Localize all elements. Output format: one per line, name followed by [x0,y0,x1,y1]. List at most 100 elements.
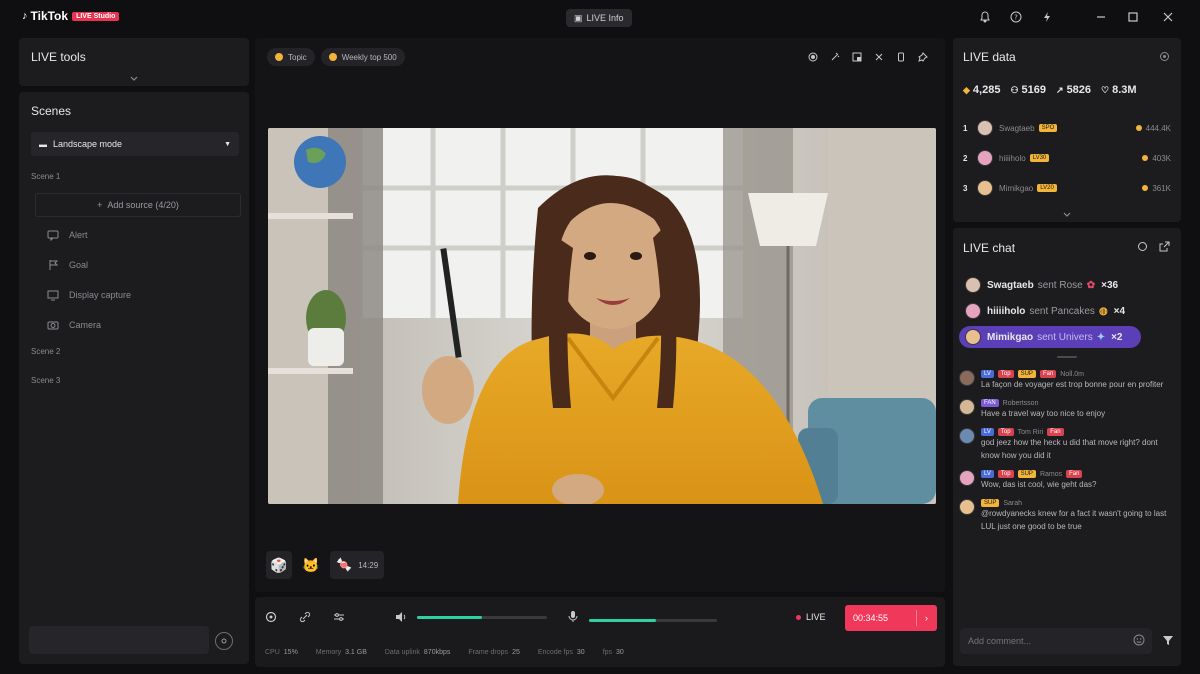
chat-tag: Top [997,370,1014,378]
source-item-alert[interactable]: Alert [47,220,243,250]
source-item-goal[interactable]: Goal [47,250,243,280]
chat-username[interactable]: Ramos [1040,471,1062,478]
chat-message: LV Top Tom Riri Fan god jeez how the hec… [959,428,1169,462]
chat-tag: LV [981,370,994,378]
live-timer: 00:34:55 [853,613,889,623]
mic-volume-slider[interactable] [589,619,717,622]
source-label: Camera [69,320,102,330]
stage-toolbar [807,51,929,63]
popout-icon[interactable] [1159,241,1170,252]
mic-volume-fill [589,619,656,622]
topic-pill[interactable]: Topic [267,48,315,66]
live-data-panel: LIVE data ◆ 4,285 ⚇ 5169 ↗ 5826 ♡ 8.3M 1 Swa… [953,38,1181,222]
gift-user: Mimikgao [987,331,1034,343]
speaker-volume-slider[interactable] [417,616,547,619]
weekly-pill[interactable]: Weekly top 500 [320,48,405,66]
gift-text: sent Rose [1037,279,1083,291]
monitor-icon [47,289,61,301]
source-item-display-capture[interactable]: Display capture [47,280,243,310]
chat-username[interactable]: Tom Riri [1018,429,1044,436]
scene-1-label[interactable]: Scene 1 [31,172,60,181]
camera-icon [47,319,61,331]
gift-event: hiiiiholo sent Pancakes ◍ ×4 [959,300,1169,322]
mode-select[interactable]: ▬ Landscape mode ▼ [31,132,239,156]
gift-counter-chip[interactable]: 🍬 14:29 [330,551,385,579]
drag-handle[interactable] [1057,356,1077,358]
video-preview[interactable] [268,128,936,504]
live-tools-title: LIVE tools [31,50,86,64]
settings-gear-icon[interactable] [215,632,233,650]
stat-cpu: CPU 15% [265,649,298,656]
maximize-icon[interactable] [1125,9,1141,25]
avatar [965,277,981,293]
source-item-camera[interactable]: Camera [47,310,243,340]
pin-icon[interactable] [917,51,929,63]
effects-icon[interactable] [829,51,841,63]
bell-icon[interactable] [977,9,993,25]
chat-tag: SUP [1017,370,1036,378]
metric-shares: ↗ 5826 [1056,84,1091,96]
chat-text: La façon de voyager est trop bonne pour … [981,380,1164,389]
tiktok-note-icon: ♪ [22,10,28,22]
avatar [965,303,981,319]
gifter-rank: 3 [963,183,968,193]
settings-icon[interactable] [265,611,277,623]
live-timer-button[interactable]: 00:34:55 › [845,605,937,631]
add-source-label: Add source (4/20) [107,200,179,210]
studio-badge: LIVE Studio [72,11,120,21]
scene-3-label[interactable]: Scene 3 [31,376,60,385]
layout-icon[interactable] [851,51,863,63]
camera-feed-image [268,128,936,504]
gift-count: ×36 [1101,279,1119,291]
gift-event-highlighted: Mimikgao sent Univers ✦ ×2 [959,326,1141,348]
stage-pills: Topic Weekly top 500 [267,48,405,66]
bolt-icon[interactable] [1039,9,1055,25]
stat-value: 30 [576,649,585,656]
live-data-settings-icon[interactable] [1159,51,1170,62]
expand-chevron-icon[interactable] [1061,210,1073,220]
chat-username[interactable]: Robertsson [1003,400,1039,407]
question-icon[interactable]: ? [1008,9,1024,25]
expand-chevron-icon[interactable] [127,74,141,84]
record-icon[interactable] [807,51,819,63]
gifter-badge: LV30 [1029,154,1050,162]
close-icon[interactable] [1160,9,1176,25]
portrait-icon[interactable] [895,51,907,63]
chat-message: LV Top SUP Ramos Fan Wow, das ist cool, … [959,470,1169,491]
rose-gift-icon: ✿ [1086,279,1096,291]
chat-username[interactable]: Sarah [1003,500,1022,507]
stat-memory: Memory 3.1 GB [316,649,367,656]
adjust-icon[interactable] [333,611,345,623]
coin-icon [1142,155,1149,161]
gifter-row[interactable]: 1 Swagtaeb SPO 444.4K [963,113,1171,143]
stat-encode-fps: Encode fps 30 [538,649,585,656]
gift-count: ×2 [1111,331,1123,343]
gifter-row[interactable]: 2 hiiiiholo LV30 403K [963,143,1171,173]
mic-icon[interactable] [567,610,579,622]
chat-settings-icon[interactable] [1137,241,1148,252]
add-source-button[interactable]: + Add source (4/20) [35,193,241,217]
comment-input[interactable] [960,628,1152,654]
gifter-row[interactable]: 3 Mimikgao LV20 361K [963,173,1171,203]
chat-tag: Fan [1066,470,1083,478]
minimize-icon[interactable] [1093,9,1109,25]
source-list: Alert Goal Display capture Camera [47,220,243,340]
avatar [959,499,975,515]
filter-icon[interactable] [1162,634,1174,646]
scene-2-label[interactable]: Scene 2 [31,347,60,356]
metric-viewers: ⚇ 5169 [1010,84,1046,96]
stat-label: fps [602,649,613,656]
emoji-icon[interactable] [1133,634,1145,646]
gift-cat-icon[interactable]: 🐱 [298,551,324,579]
live-info-button[interactable]: ▣ LIVE Info [566,9,632,27]
gift-event: Swagtaeb sent Rose ✿ ×36 [959,274,1169,296]
chat-username[interactable]: Noll.0m [1060,371,1084,378]
link-icon[interactable] [299,611,311,623]
speaker-icon[interactable] [395,611,407,623]
live-info-icon: ▣ [574,12,583,23]
chat-tag: Top [997,470,1014,478]
crop-icon[interactable] [873,51,885,63]
stat-frame-drops: Frame drops 25 [468,649,519,656]
gifter-name: Mimikgao [999,183,1034,193]
gift-dice-icon[interactable]: 🎲 [266,551,292,579]
